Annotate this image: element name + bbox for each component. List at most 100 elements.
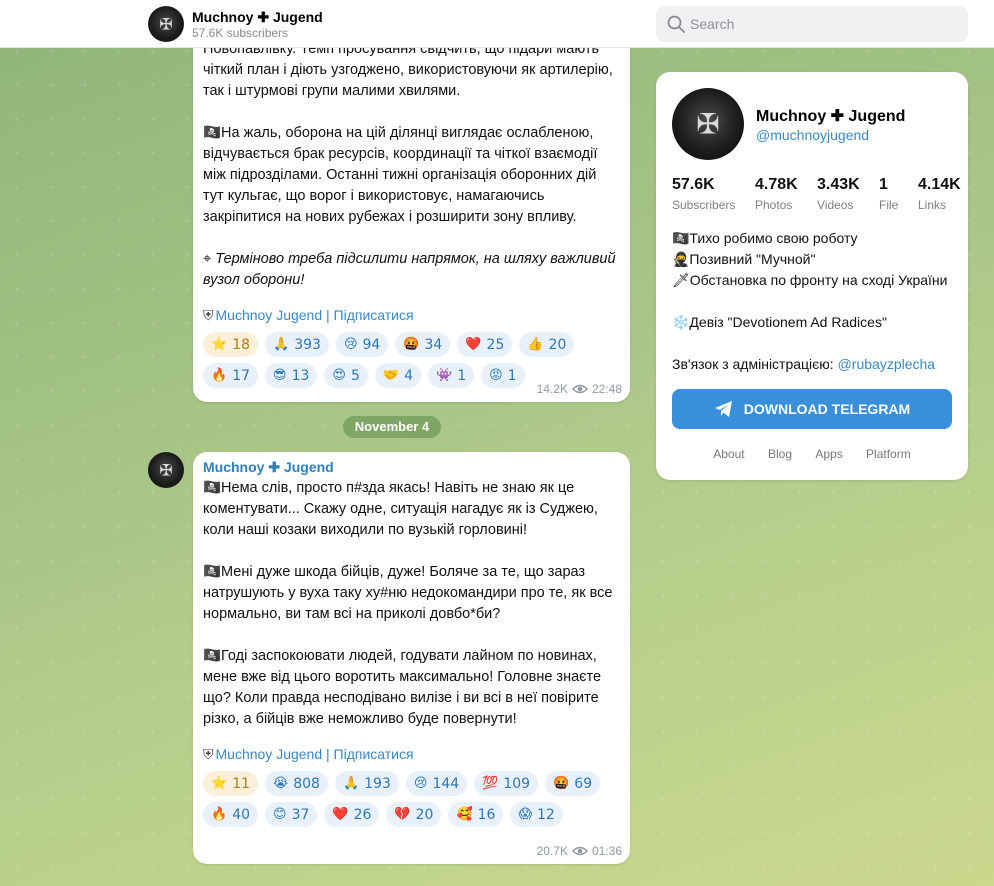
bio-line: 🥷Позивний "Мучной" [672, 251, 816, 267]
message-meta: 14.2K 22:48 [537, 382, 622, 396]
bio-line: 🏴‍☠️Тихо робимо свою роботу [672, 230, 858, 246]
download-label: DOWNLOAD TELEGRAM [743, 401, 911, 417]
view-count: 14.2K [536, 382, 568, 396]
reaction-emoji: 🔥 [211, 807, 228, 822]
reaction-count: 17 [232, 367, 251, 384]
panel-channel-title: Muchnoy ✚ Jugend [756, 108, 906, 125]
contact-link[interactable]: @rubayzplecha [838, 356, 936, 372]
reaction-pill[interactable]: 😭 808 [265, 771, 328, 796]
channel-title[interactable]: Muchnoy ✚ Jugend [192, 9, 323, 26]
author-avatar[interactable]: ✠ [148, 452, 184, 488]
stat-label: Photos [755, 198, 793, 212]
reaction-pill[interactable]: 😍 5 [324, 363, 368, 388]
reactions-bar: ⭐ 18 🙏 393 😢 94 🤬 34 ❤️ 25 👍 20 🔥 17 😎 13 😍 5 🤝 4 👾 1 😡 1 [203, 332, 620, 388]
reaction-count: 37 [291, 806, 310, 823]
reaction-pill[interactable]: 🔥 17 [203, 363, 259, 388]
contact-text: Зв'язок з адміністрацією: [672, 356, 838, 372]
reaction-pill[interactable]: ❤️ 26 [324, 802, 380, 827]
bio-line: 🗡Обстановка по фронту на сході України [672, 272, 948, 288]
stat-photos[interactable]: 4.78K Photos [755, 176, 798, 212]
reaction-pill[interactable]: 😡 1 [481, 363, 525, 388]
reaction-pill[interactable]: 🤝 4 [374, 363, 421, 388]
message-time: 22:48 [591, 382, 622, 396]
reaction-pill[interactable]: 🤬 69 [545, 771, 601, 796]
reaction-pill[interactable]: 💔 20 [386, 802, 442, 827]
stat-links[interactable]: 4.14K Links [918, 176, 968, 212]
shield-icon: ⛨ [203, 307, 214, 323]
footer-link-apps[interactable]: Apps [815, 447, 842, 461]
reaction-count: 144 [432, 775, 460, 792]
reaction-pill[interactable]: 🥰 16 [448, 802, 504, 827]
reaction-emoji: 🙏 [342, 776, 360, 791]
reaction-pill[interactable]: ❤️ 25 [457, 332, 513, 357]
reaction-emoji: 😢 [343, 337, 358, 352]
reaction-pill[interactable]: 🔥 40 [203, 802, 259, 827]
reaction-emoji: 👍 [527, 337, 544, 352]
reaction-pill[interactable]: ⭐ 18 [203, 332, 259, 357]
reaction-pill[interactable]: 🤬 34 [395, 332, 451, 357]
reaction-count: 26 [353, 806, 372, 823]
reaction-emoji: 😍 [332, 368, 346, 383]
channel-avatar[interactable]: ✠ [148, 6, 184, 42]
reaction-count: 1 [457, 367, 467, 384]
stat-label: Videos [817, 198, 854, 212]
reaction-emoji: 🤬 [403, 337, 420, 352]
search-box[interactable] [656, 6, 968, 42]
footer-link-blog[interactable]: Blog [768, 447, 792, 461]
stat-label: Links [918, 198, 947, 212]
reaction-count: 16 [477, 806, 496, 823]
reaction-count: 1 [507, 367, 517, 384]
stat-value: 4.78K [755, 176, 798, 193]
reaction-pill[interactable]: 😎 13 [265, 363, 318, 388]
reaction-count: 25 [486, 336, 505, 353]
reaction-pill[interactable]: 😢 94 [335, 332, 389, 357]
reaction-pill[interactable]: 😢 144 [405, 771, 468, 796]
message-bubble: Новопавлівку. Темп просування свідчить, … [193, 30, 630, 402]
eye-icon [571, 384, 588, 394]
reaction-pill[interactable]: 🙏 393 [265, 332, 329, 357]
reaction-emoji: 😢 [413, 776, 428, 791]
reaction-count: 11 [232, 775, 251, 792]
reaction-pill[interactable]: 😊 37 [265, 802, 318, 827]
reaction-pill[interactable]: 💯 109 [474, 771, 539, 796]
message-author[interactable]: Muchnoy ✚ Jugend [203, 459, 620, 476]
message-meta: 20.7K 01:36 [537, 844, 622, 858]
stat-files[interactable]: 1 File [879, 176, 898, 212]
reaction-emoji: 😱 [518, 807, 533, 822]
reaction-count: 20 [548, 336, 567, 353]
reaction-emoji: 😊 [273, 807, 287, 822]
reaction-emoji: ⭐ [211, 337, 228, 352]
search-input[interactable] [690, 6, 960, 42]
download-telegram-button[interactable]: DOWNLOAD TELEGRAM [672, 389, 952, 429]
reaction-emoji: 😡 [489, 368, 503, 383]
contact-line: Зв'язок з адміністрацією: @rubayzplecha [672, 354, 958, 375]
reaction-count: 393 [294, 336, 321, 353]
telegram-icon [714, 401, 732, 417]
reaction-pill[interactable]: 👾 1 [428, 363, 475, 388]
reaction-count: 4 [404, 367, 413, 384]
footer-link-about[interactable]: About [713, 447, 744, 461]
reaction-emoji: ❤️ [332, 807, 349, 822]
footer-link-platform[interactable]: Platform [866, 447, 911, 461]
stat-videos[interactable]: 3.43K Videos [817, 176, 860, 212]
reaction-pill[interactable]: 😱 12 [510, 802, 563, 827]
message-text: Новопавлівку. Темп просування свідчить, … [203, 39, 620, 291]
stat-value: 1 [879, 176, 888, 193]
reaction-pill[interactable]: 🙏 193 [334, 771, 399, 796]
subscribe-link[interactable]: Muchnoy Jugend | Підписатися [216, 307, 414, 323]
channel-avatar-large: ✠ [672, 88, 744, 160]
eye-icon [571, 846, 588, 856]
subscribe-link[interactable]: Muchnoy Jugend | Підписатися [216, 746, 414, 762]
footer-links: About Blog Apps Platform [656, 447, 968, 461]
stat-value: 3.43K [817, 176, 860, 193]
reaction-count: 13 [291, 367, 310, 384]
reaction-count: 40 [232, 806, 251, 823]
reaction-emoji: 🤝 [382, 368, 400, 383]
stat-label: File [879, 198, 899, 212]
stat-value: 4.14K [918, 176, 961, 193]
channel-handle[interactable]: @muchnoyjugend [756, 127, 869, 143]
reaction-pill[interactable]: ⭐ 11 [203, 771, 259, 796]
stat-subscribers: 57.6K Subscribers [672, 176, 735, 212]
reaction-emoji: 😭 [273, 776, 289, 791]
reaction-pill[interactable]: 👍 20 [519, 332, 575, 357]
